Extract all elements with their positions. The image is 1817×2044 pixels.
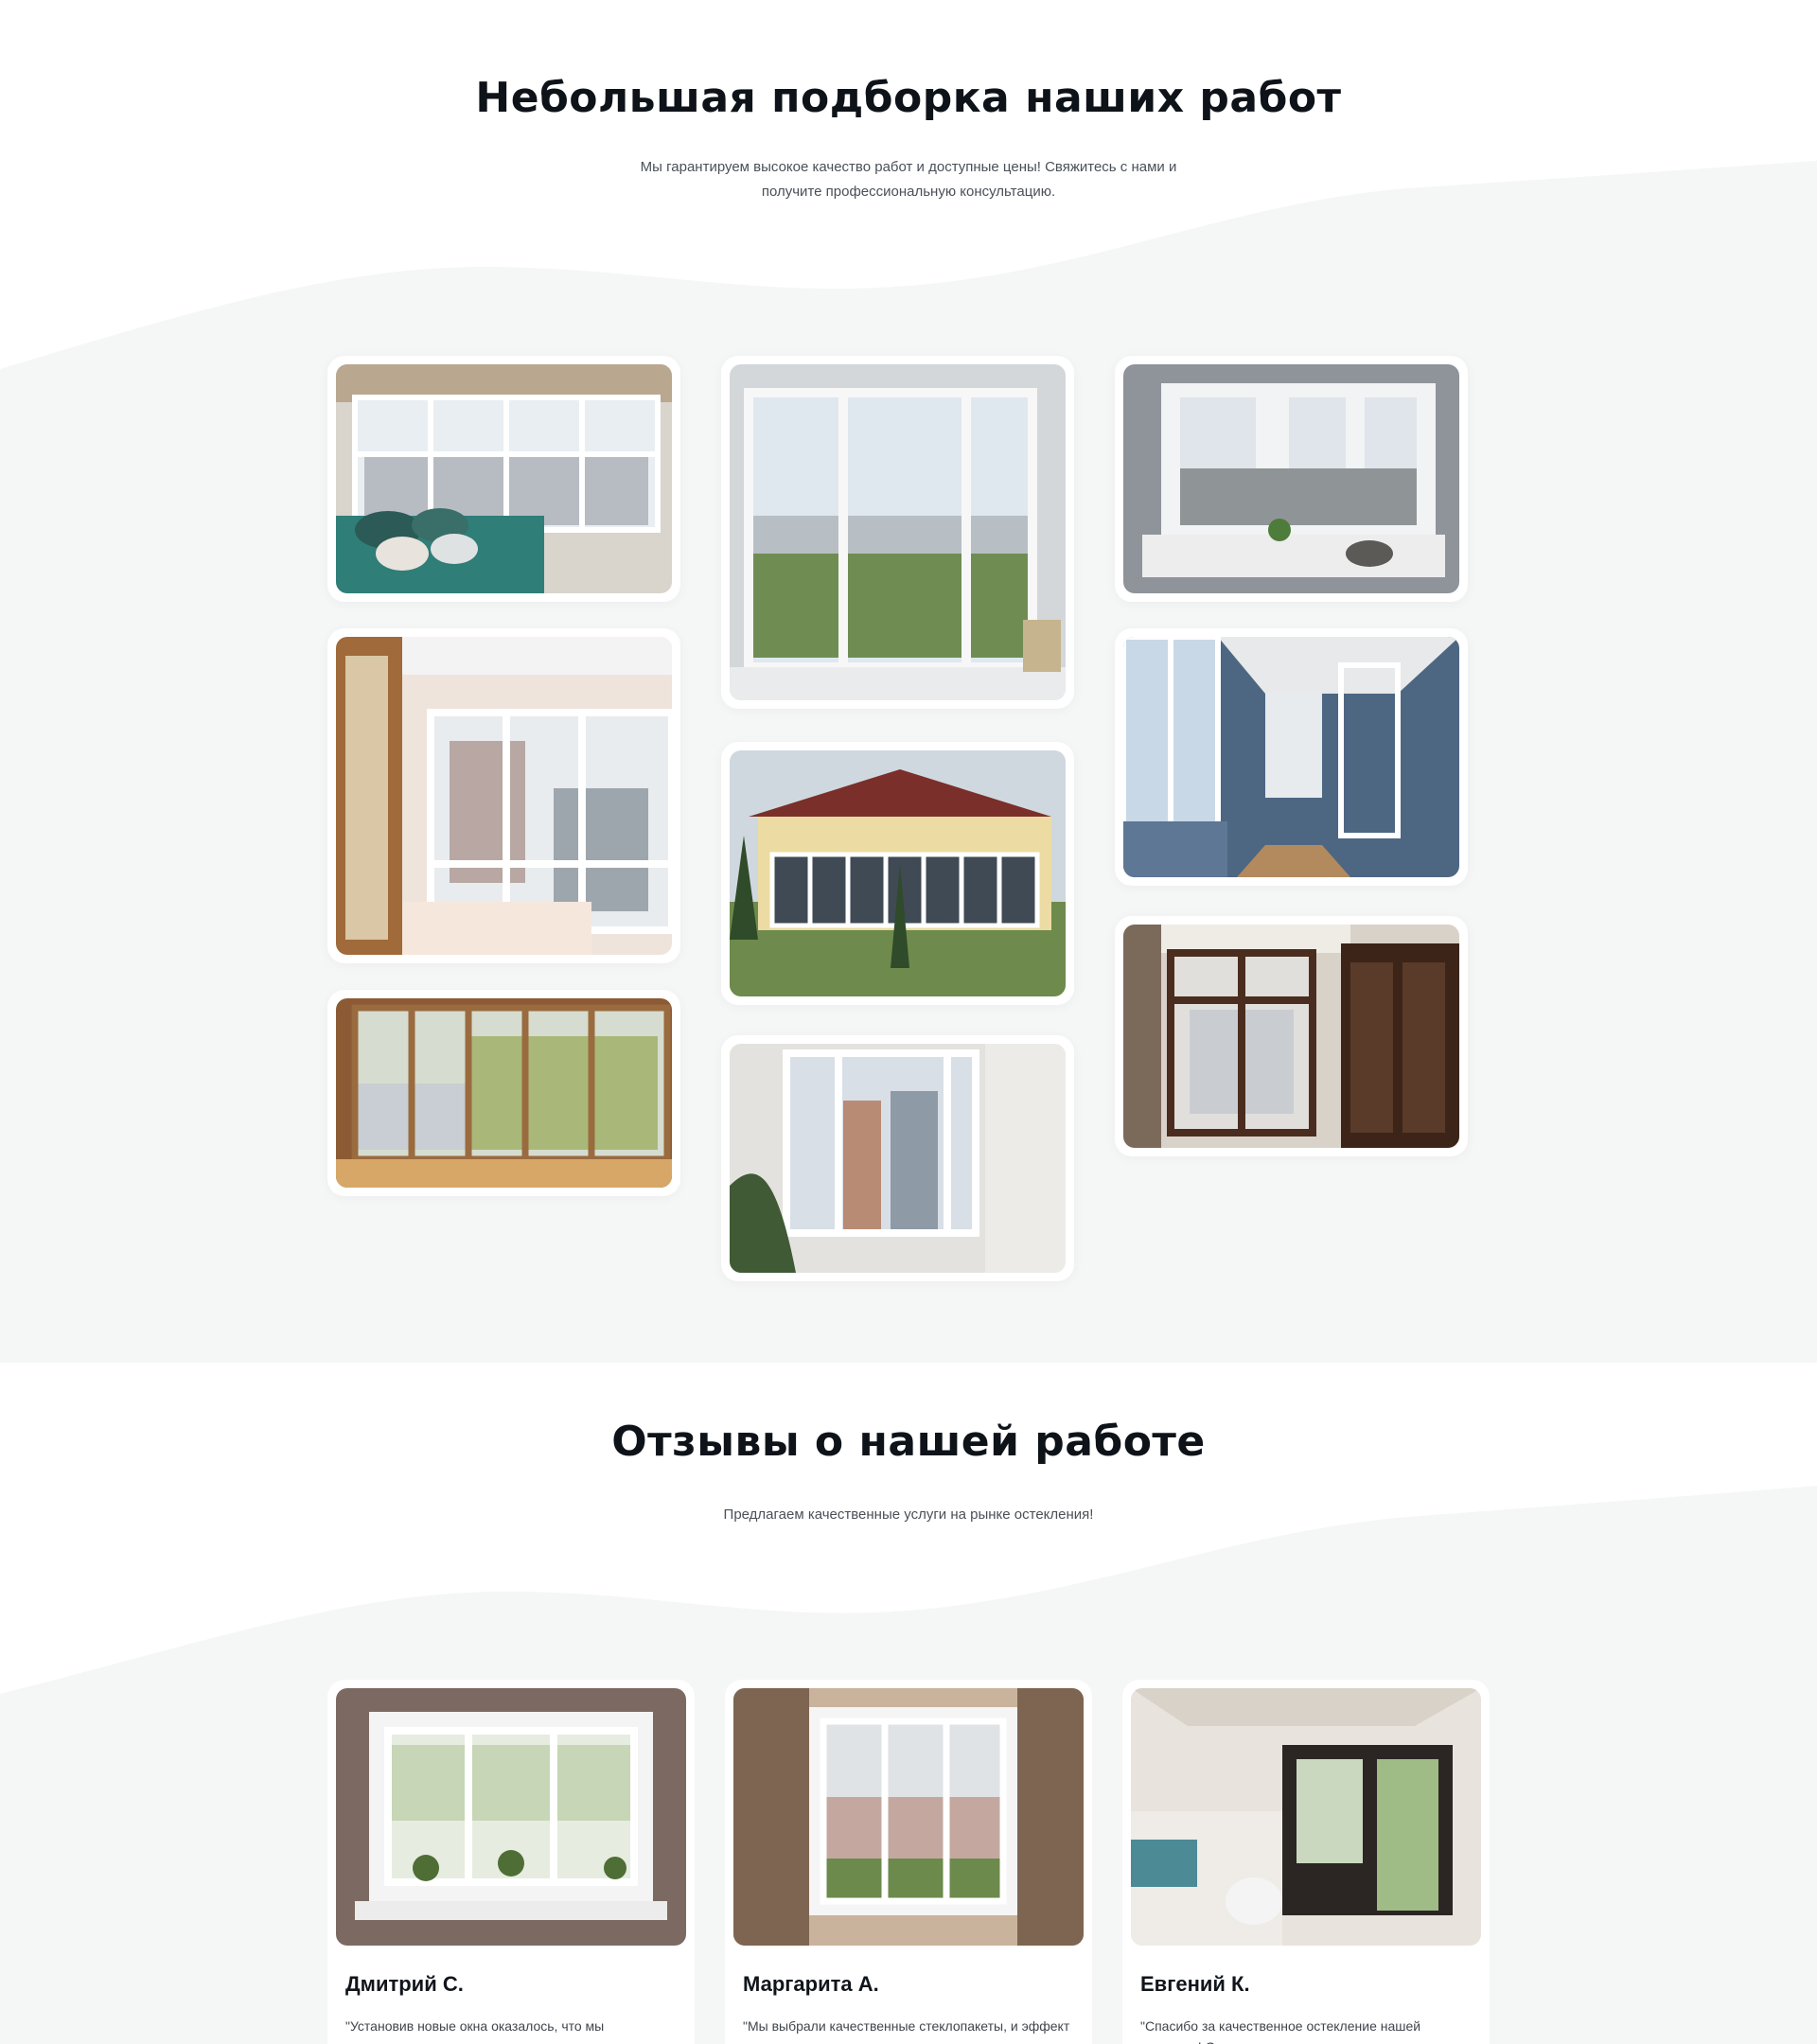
review-text: "Установив новые окна оказалось, что мы … (345, 2018, 624, 2044)
gallery-photo-card[interactable] (1115, 356, 1468, 602)
gallery-photo (1123, 364, 1459, 593)
review-text: "Мы выбрали качественные стеклопакеты, и… (743, 2018, 1070, 2044)
gallery-photo (336, 637, 672, 955)
review-card: Маргарита А. "Мы выбрали качественные ст… (725, 1680, 1092, 2044)
reviewer-name: Маргарита А. (743, 1972, 879, 1996)
section-subtitle: Предлагаем качественные услуги на рынке … (723, 1507, 1094, 1523)
page: Небольшая подборка наших работ Мы гарант… (0, 0, 1817, 2044)
reviewer-name: Евгений К. (1140, 1972, 1250, 1996)
gallery-photo-card[interactable] (1115, 628, 1468, 886)
review-photo (336, 1688, 686, 1946)
gallery-photo (730, 1044, 1066, 1273)
gallery-photo-card[interactable] (327, 356, 680, 602)
gallery-photo-card[interactable] (721, 742, 1074, 1005)
gallery-photo-card[interactable] (327, 628, 680, 963)
review-photo (733, 1688, 1084, 1946)
gallery-photo (1123, 637, 1459, 877)
section-subtitle: Мы гарантируем высокое качество работ и … (640, 159, 1177, 200)
gallery-photo-card[interactable] (721, 356, 1074, 709)
gallery-photo (336, 998, 672, 1188)
section-title: Небольшая подборка наших работ (475, 74, 1342, 122)
reviewer-name: Дмитрий С. (345, 1972, 464, 1996)
gallery-photo (1123, 925, 1459, 1148)
gallery-photo-card[interactable] (1115, 916, 1468, 1156)
review-text: "Спасибо за качественное остекление наше… (1140, 2018, 1421, 2044)
gallery-photo (730, 364, 1066, 700)
gallery-photo (730, 750, 1066, 996)
review-card: Дмитрий С. "Установив новые окна оказало… (327, 1680, 695, 2044)
gallery-photo (336, 364, 672, 593)
review-card: Евгений К. "Спасибо за качественное осте… (1122, 1680, 1490, 2044)
section-title: Отзывы о нашей работе (611, 1418, 1206, 1466)
gallery-photo-card[interactable] (721, 1035, 1074, 1281)
review-photo (1131, 1688, 1481, 1946)
gallery-photo-card[interactable] (327, 990, 680, 1196)
